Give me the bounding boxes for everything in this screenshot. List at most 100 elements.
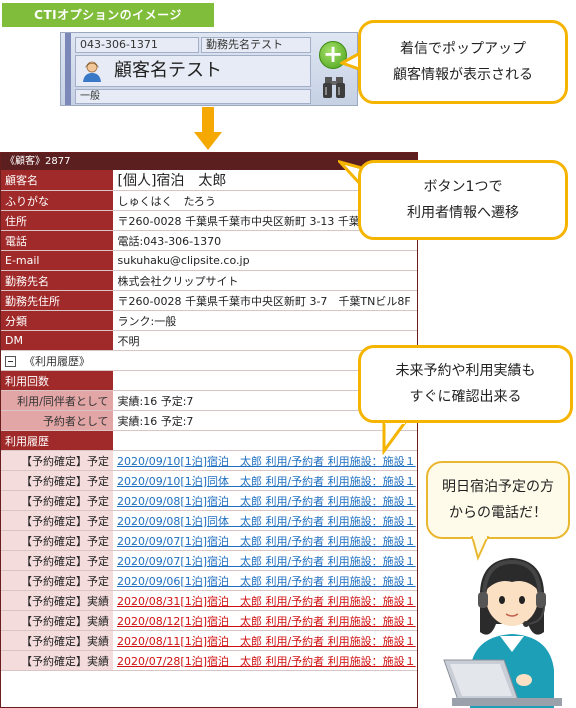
operator-speech-bubble: 明日宿泊予定の方 からの電話だ！	[426, 461, 570, 539]
history-row: 【予約確定】予定 2020/09/10[1泊]同体 太郎 利用/予約者 利用施設：…	[1, 470, 417, 491]
history-entry: 2020/08/12[1泊]宿泊 太郎 利用/予約者 利用施設：施設１	[113, 610, 417, 631]
collapse-icon[interactable]	[5, 356, 16, 367]
history-row: 【予約確定】予定 2020/09/06[1泊]宿泊 太郎 利用/予約者 利用施設：…	[1, 570, 417, 591]
history-row: 【予約確定】予定 2020/09/08[1泊]宿泊 太郎 利用/予約者 利用施設：…	[1, 490, 417, 511]
popup-rank: 一般	[75, 89, 311, 104]
usage-count-label: 利用回数	[1, 370, 114, 391]
history-row: 【予約確定】実績 2020/07/28[1泊]宿泊 太郎 利用/予約者 利用施設：…	[1, 650, 417, 671]
history-label: 利用履歴	[1, 430, 114, 451]
usage-detail-row: 予約者として 実績:16 予定:7	[1, 410, 417, 431]
history-row: 【予約確定】予定 2020/09/10[1泊]宿泊 太郎 利用/予約者 利用施設：…	[1, 450, 417, 471]
history-link[interactable]: 2020/09/10[1泊]同体 太郎 利用/予約者 利用施設：施設１	[117, 475, 416, 488]
history-row: 【予約確定】実績 2020/08/11[1泊]宿泊 太郎 利用/予約者 利用施設：…	[1, 630, 417, 651]
callout-history-info: 未来予約や利用実績も すぐに確認出来る	[358, 345, 573, 423]
history-entry: 2020/07/28[1泊]宿泊 太郎 利用/予約者 利用施設：施設１	[113, 650, 417, 671]
field-value: 〒260-0028 千葉県千葉市中央区新町 3-7 千葉TNビル8F	[113, 290, 417, 311]
history-status: 【予約確定】予定	[1, 570, 113, 591]
usage-detail-label: 利用/同伴者として	[1, 390, 114, 411]
customer-record-panel: 《顧客》2877 顧客名 [個人]宿泊 太郎 ふりがな しゅくはく たろう 住所 〒260…	[0, 152, 418, 708]
field-value: ランク:一般	[113, 310, 417, 331]
field-label: 分類	[1, 310, 114, 331]
history-link[interactable]: 2020/08/11[1泊]宿泊 太郎 利用/予約者 利用施設：施設１	[117, 635, 416, 648]
history-row: 【予約確定】実績 2020/08/31[1泊]宿泊 太郎 利用/予約者 利用施設：…	[1, 590, 417, 611]
history-entry: 2020/09/07[1泊]宿泊 太郎 利用/予約者 利用施設：施設１	[113, 530, 417, 551]
usage-detail-label: 予約者として	[1, 410, 114, 431]
callout-line: 明日宿泊予定の方	[442, 479, 554, 495]
field-label: 顧客名	[1, 170, 114, 191]
history-status: 【予約確定】予定	[1, 490, 113, 511]
record-field-row: 住所 〒260-0028 千葉県千葉市中央区新町 3-13 千葉TNビル	[1, 210, 417, 231]
callout-line: からの電話だ！	[449, 505, 547, 521]
history-link[interactable]: 2020/09/10[1泊]宿泊 太郎 利用/予約者 利用施設：施設１	[117, 455, 416, 468]
record-table: 顧客名 [個人]宿泊 太郎 ふりがな しゅくはく たろう 住所 〒260-0028 千葉県…	[1, 170, 417, 671]
record-field-row: 勤務先住所 〒260-0028 千葉県千葉市中央区新町 3-7 千葉TNビル8F	[1, 290, 417, 311]
field-label: 住所	[1, 210, 114, 231]
history-entry: 2020/09/08[1泊]同体 太郎 利用/予約者 利用施設：施設１	[113, 510, 417, 531]
field-label: 勤務先名	[1, 270, 114, 291]
down-arrow-icon	[202, 107, 214, 133]
history-link[interactable]: 2020/09/06[1泊]宿泊 太郎 利用/予約者 利用施設：施設１	[117, 575, 416, 588]
history-link[interactable]: 2020/09/07[1泊]宿泊 太郎 利用/予約者 利用施設：施設１	[117, 555, 416, 568]
history-status: 【予約確定】実績	[1, 630, 113, 651]
history-blank	[113, 430, 417, 451]
history-status: 【予約確定】実績	[1, 610, 113, 631]
callout-line: 顧客情報が表示される	[393, 67, 533, 83]
history-entry: 2020/09/10[1泊]宿泊 太郎 利用/予約者 利用施設：施設１	[113, 450, 417, 471]
record-field-row: 勤務先名 株式会社クリップサイト	[1, 270, 417, 291]
operator-illustration	[443, 558, 562, 708]
field-label: ふりがな	[1, 190, 114, 211]
history-section-toggle[interactable]: 《利用履歴》	[1, 350, 417, 371]
person-icon	[83, 61, 101, 82]
record-field-row: ふりがな しゅくはく たろう	[1, 190, 417, 211]
cti-popup[interactable]: 043-306-1371 勤務先名テスト 顧客名テスト 一般 +	[60, 32, 358, 106]
field-value: sukuhaku@clipsite.co.jp	[113, 250, 417, 271]
history-row: 【予約確定】予定 2020/09/07[1泊]宿泊 太郎 利用/予約者 利用施設：…	[1, 550, 417, 571]
popup-company-name: 勤務先名テスト	[201, 37, 311, 53]
history-link[interactable]: 2020/08/12[1泊]宿泊 太郎 利用/予約者 利用施設：施設１	[117, 615, 416, 628]
usage-detail-row: 利用/同伴者として 実績:16 予定:7	[1, 390, 417, 411]
history-link[interactable]: 2020/09/08[1泊]宿泊 太郎 利用/予約者 利用施設：施設１	[117, 495, 416, 508]
callout-line: ボタン1つで	[423, 179, 503, 195]
callout-user-transition: ボタン1つで 利用者情報へ遷移	[358, 160, 568, 240]
callout-popup-info: 着信でポップアップ 顧客情報が表示される	[358, 20, 568, 104]
field-value: 株式会社クリップサイト	[113, 270, 417, 291]
record-field-row: DM 不明	[1, 330, 417, 351]
history-link[interactable]: 2020/08/31[1泊]宿泊 太郎 利用/予約者 利用施設：施設１	[117, 595, 416, 608]
history-entry: 2020/09/10[1泊]同体 太郎 利用/予約者 利用施設：施設１	[113, 470, 417, 491]
history-section-row: 《利用履歴》	[1, 350, 417, 371]
record-field-row: 電話 電話:043-306-1370	[1, 230, 417, 251]
history-entry: 2020/09/07[1泊]宿泊 太郎 利用/予約者 利用施設：施設１	[113, 550, 417, 571]
history-section-label: 《利用履歴》	[24, 354, 90, 368]
history-link[interactable]: 2020/07/28[1泊]宿泊 太郎 利用/予約者 利用施設：施設１	[117, 655, 416, 668]
history-status: 【予約確定】予定	[1, 550, 113, 571]
history-row: 【予約確定】予定 2020/09/08[1泊]同体 太郎 利用/予約者 利用施設：…	[1, 510, 417, 531]
popup-phone-number: 043-306-1371	[75, 37, 199, 53]
field-label: DM	[1, 330, 114, 351]
callout-line: 着信でポップアップ	[400, 41, 526, 57]
history-entry: 2020/09/06[1泊]宿泊 太郎 利用/予約者 利用施設：施設１	[113, 570, 417, 591]
history-link[interactable]: 2020/09/08[1泊]同体 太郎 利用/予約者 利用施設：施設１	[117, 515, 416, 528]
field-label: 勤務先住所	[1, 290, 114, 311]
history-status: 【予約確定】予定	[1, 530, 113, 551]
history-entry: 2020/08/11[1泊]宿泊 太郎 利用/予約者 利用施設：施設１	[113, 630, 417, 651]
callout-line: 利用者情報へ遷移	[407, 205, 519, 221]
history-status: 【予約確定】予定	[1, 510, 113, 531]
popup-side-strip	[65, 33, 71, 105]
field-label: E-mail	[1, 250, 114, 271]
callout-line: すぐに確認出来る	[409, 389, 522, 405]
history-status: 【予約確定】実績	[1, 650, 113, 671]
history-status: 【予約確定】実績	[1, 590, 113, 611]
history-entry: 2020/09/08[1泊]宿泊 太郎 利用/予約者 利用施設：施設１	[113, 490, 417, 511]
history-row: 【予約確定】実績 2020/08/12[1泊]宿泊 太郎 利用/予約者 利用施設：…	[1, 610, 417, 631]
popup-customer-name[interactable]: 顧客名テスト	[75, 55, 311, 87]
history-label-row: 利用履歴	[1, 430, 417, 451]
callout-tail	[382, 419, 409, 455]
down-arrow-head-icon	[194, 132, 222, 150]
record-field-row: 分類 ランク:一般	[1, 310, 417, 331]
history-link[interactable]: 2020/09/07[1泊]宿泊 太郎 利用/予約者 利用施設：施設１	[117, 535, 416, 548]
history-entry: 2020/08/31[1泊]宿泊 太郎 利用/予約者 利用施設：施設１	[113, 590, 417, 611]
binoculars-icon[interactable]	[323, 73, 345, 99]
field-label: 電話	[1, 230, 114, 251]
cti-option-tag: CTIオプションのイメージ	[2, 3, 214, 27]
history-status: 【予約確定】予定	[1, 450, 113, 471]
